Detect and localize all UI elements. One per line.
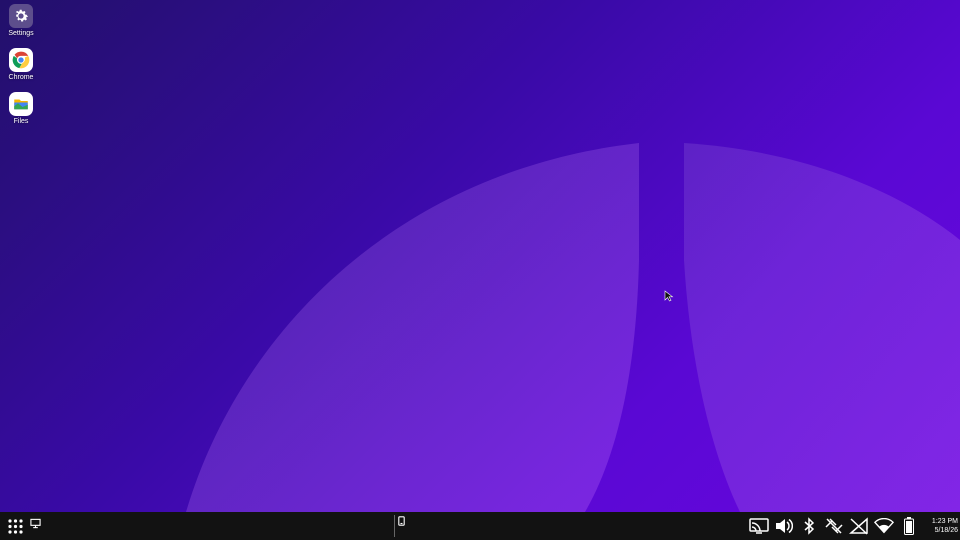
chrome-icon bbox=[9, 48, 33, 72]
desktop-icon-label: Files bbox=[13, 118, 29, 125]
mouse-cursor-icon bbox=[664, 290, 674, 302]
cast-screen-icon[interactable] bbox=[749, 516, 769, 536]
phone-icon[interactable] bbox=[398, 513, 405, 531]
taskbar-divider bbox=[394, 515, 395, 537]
taskbar: 1:23 PM 5/18/26 bbox=[0, 512, 960, 540]
desktop-icon[interactable] bbox=[30, 516, 44, 530]
battery-icon[interactable] bbox=[899, 516, 919, 536]
folder-icon bbox=[9, 92, 33, 116]
desktop[interactable]: Settings Chrome Files bbox=[0, 0, 960, 512]
clock-date: 5/18/26 bbox=[934, 527, 958, 534]
volume-icon[interactable] bbox=[774, 516, 794, 536]
wallpaper-arc-right bbox=[684, 143, 960, 512]
clock[interactable]: 1:23 PM 5/18/26 bbox=[926, 517, 958, 535]
bluetooth-icon[interactable] bbox=[799, 516, 819, 536]
data-sync-icon[interactable] bbox=[824, 516, 844, 536]
running-apps bbox=[394, 512, 405, 540]
desktop-icon-label: Settings bbox=[8, 30, 34, 37]
wallpaper bbox=[186, 143, 960, 512]
wifi-icon[interactable] bbox=[874, 516, 894, 536]
wallpaper-arc-left bbox=[186, 143, 639, 512]
app-grid-icon[interactable] bbox=[6, 517, 24, 535]
clock-time: 1:23 PM bbox=[931, 518, 958, 525]
desktop-icon-label: Chrome bbox=[8, 74, 34, 81]
gear-icon bbox=[9, 4, 33, 28]
desktop-icon-chrome[interactable]: Chrome bbox=[2, 48, 40, 82]
desktop-icon-files[interactable]: Files bbox=[2, 92, 40, 126]
no-signal-icon[interactable] bbox=[849, 516, 869, 536]
desktop-icon-settings[interactable]: Settings bbox=[2, 4, 40, 38]
system-tray: 1:23 PM 5/18/26 bbox=[749, 512, 960, 540]
